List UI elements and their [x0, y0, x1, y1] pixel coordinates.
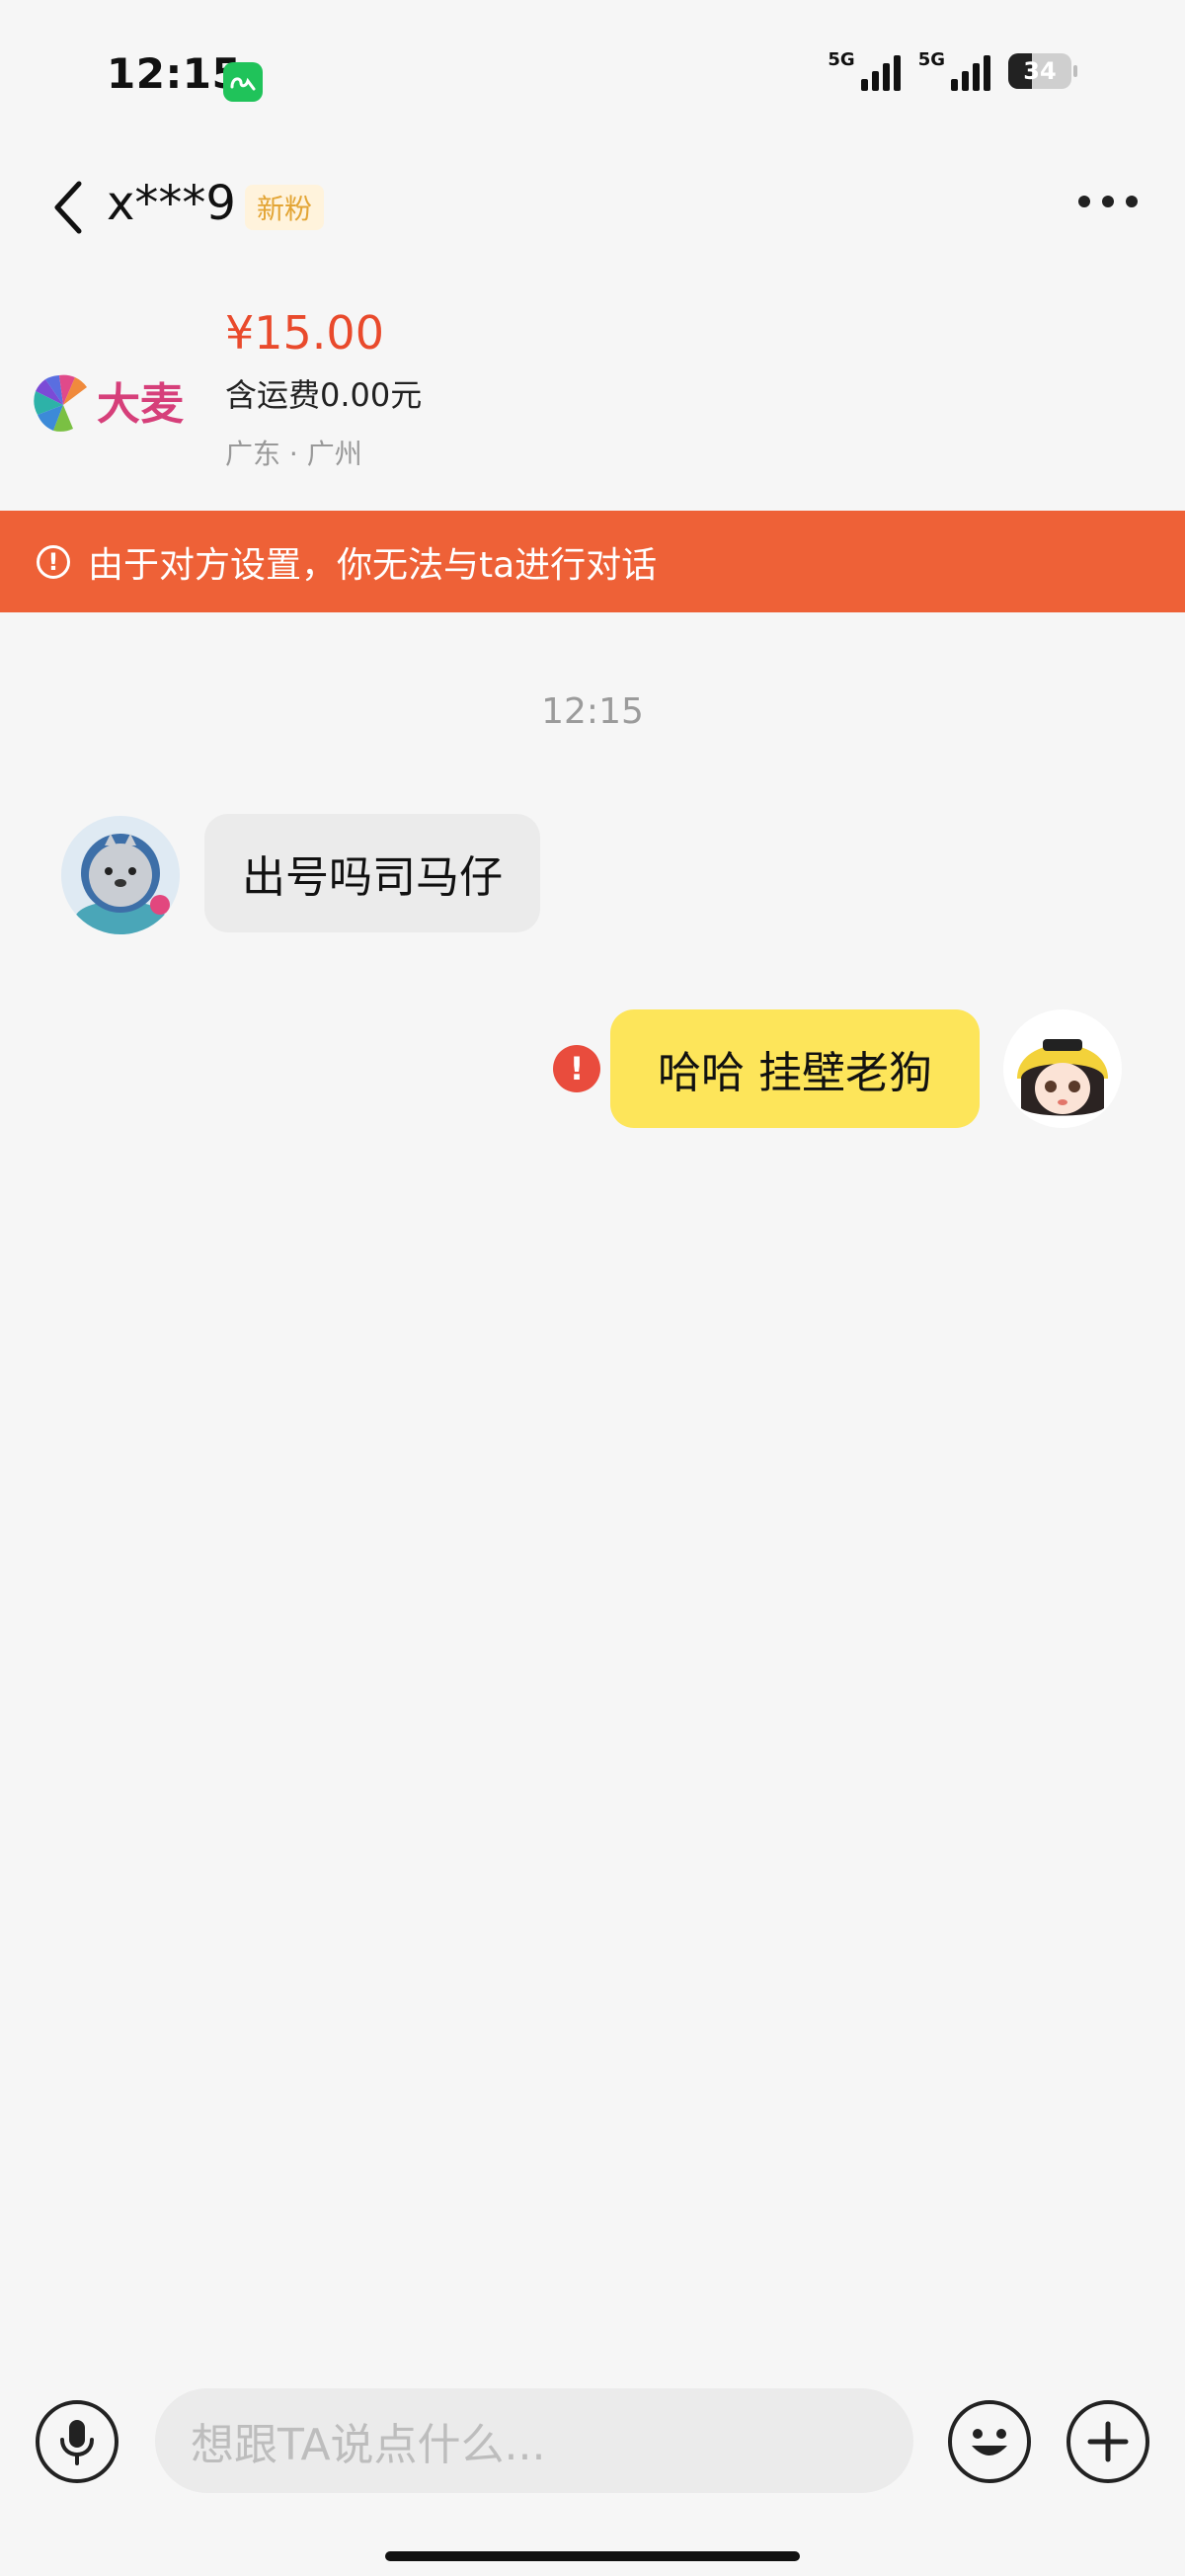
info-circle-icon: ! — [37, 544, 70, 579]
more-horizontal-icon — [1078, 196, 1090, 207]
send-failed-icon[interactable]: ! — [553, 1045, 600, 1092]
girl-avatar-icon — [1003, 1009, 1122, 1128]
wechat-icon — [223, 62, 263, 102]
logo-text: 大麦 — [97, 379, 184, 430]
product-location: 广东 · 广州 — [225, 438, 362, 470]
product-price: ¥15.00 — [225, 306, 384, 360]
status-time: 12:15 — [107, 49, 242, 98]
shipping-fee: 含运费0.00元 — [225, 376, 423, 414]
status-indicators: 5G 5G 34 — [828, 49, 1077, 91]
signal-icon: 5G — [918, 51, 990, 91]
more-actions-button[interactable] — [1066, 2400, 1149, 2483]
blocked-notice-text: 由于对方设置，你无法与ta进行对话 — [88, 544, 658, 586]
voice-button[interactable] — [36, 2400, 118, 2483]
new-fan-badge: 新粉 — [245, 185, 325, 230]
battery-icon: 34 — [1008, 53, 1077, 89]
blocked-notice-banner: ! 由于对方设置，你无法与ta进行对话 — [0, 511, 1185, 612]
emoji-button[interactable] — [948, 2400, 1031, 2483]
back-button[interactable] — [47, 178, 91, 237]
battery-level: 34 — [1023, 57, 1057, 85]
conversation-title: x***9 — [107, 176, 236, 231]
seal-avatar-icon — [61, 816, 180, 934]
signal-label: 5G — [917, 49, 945, 70]
message-timestamp: 12:15 — [541, 691, 644, 732]
avatar[interactable] — [61, 816, 180, 934]
signal-label: 5G — [828, 49, 855, 70]
message-input[interactable]: 想跟TA说点什么... — [155, 2388, 913, 2493]
chevron-left-icon — [54, 181, 82, 234]
product-image[interactable]: 大麦 — [32, 354, 201, 452]
emoji-icon — [972, 2429, 1007, 2455]
avatar[interactable] — [1003, 1009, 1122, 1128]
message-bubble-incoming[interactable]: 出号吗司马仔 — [204, 814, 540, 932]
plus-icon — [1087, 2421, 1129, 2462]
home-indicator[interactable] — [385, 2551, 800, 2561]
damai-logo-icon: 大麦 — [34, 374, 184, 432]
message-bubble-outgoing[interactable]: 哈哈 挂壁老狗 — [610, 1009, 980, 1128]
microphone-icon — [60, 2420, 94, 2465]
signal-icon: 5G — [828, 49, 901, 91]
more-button[interactable] — [1078, 196, 1138, 207]
